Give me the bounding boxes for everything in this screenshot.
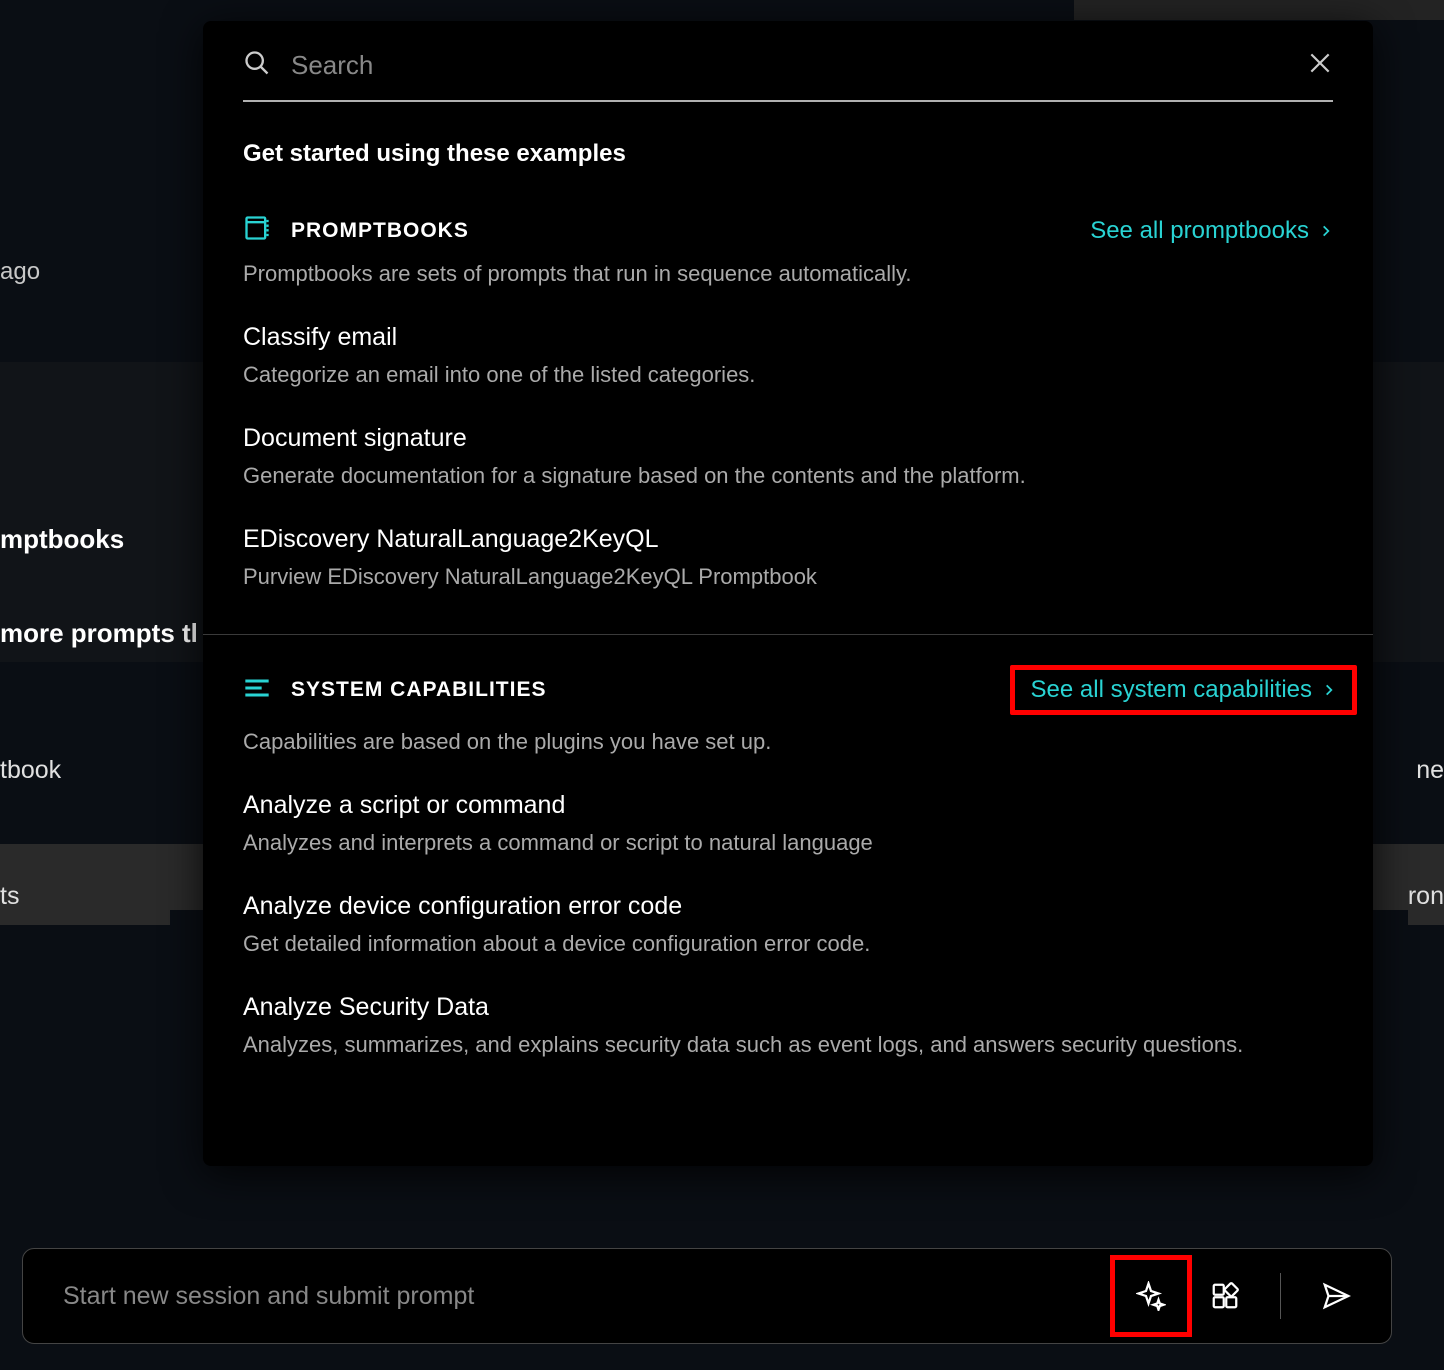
- item-title: Document signature: [243, 424, 1333, 453]
- bg-text-mptbooks: mptbooks: [0, 524, 124, 555]
- syscap-item-analyze-device-error[interactable]: Analyze device configuration error code …: [203, 856, 1373, 957]
- see-all-syscap-link[interactable]: See all system capabilities: [1031, 676, 1336, 704]
- bg-text-ne: ne: [1416, 756, 1444, 785]
- promptbook-item-classify-email[interactable]: Classify email Categorize an email into …: [203, 287, 1373, 388]
- see-all-promptbooks-link[interactable]: See all promptbooks: [1090, 217, 1333, 245]
- search-input[interactable]: [291, 50, 1287, 81]
- subtitle: Get started using these examples: [203, 102, 1373, 168]
- book-icon: [243, 214, 271, 247]
- promptbooks-header: PROMPTBOOKS See all promptbooks: [203, 168, 1373, 247]
- promptbook-item-document-signature[interactable]: Document signature Generate documentatio…: [203, 388, 1373, 489]
- list-icon: [243, 674, 271, 707]
- item-desc: Analyzes, summarizes, and explains secur…: [243, 1022, 1333, 1058]
- prompt-input[interactable]: [63, 1282, 1110, 1311]
- syscap-title: SYSTEM CAPABILITIES: [291, 678, 546, 702]
- apps-icon: [1210, 1281, 1240, 1311]
- promptbooks-desc: Promptbooks are sets of prompts that run…: [203, 247, 1373, 287]
- syscap-item-analyze-security-data[interactable]: Analyze Security Data Analyzes, summariz…: [203, 957, 1373, 1058]
- see-all-syscap-highlight: See all system capabilities: [1010, 665, 1357, 715]
- bg-topbar: [1074, 0, 1444, 20]
- item-title: Analyze Security Data: [243, 993, 1333, 1022]
- promptbooks-header-left: PROMPTBOOKS: [243, 214, 469, 247]
- item-desc: Analyzes and interprets a command or scr…: [243, 820, 1333, 856]
- close-icon: [1307, 50, 1333, 76]
- syscap-desc: Capabilities are based on the plugins yo…: [203, 715, 1373, 755]
- apps-button[interactable]: [1198, 1269, 1252, 1323]
- promptbooks-title: PROMPTBOOKS: [291, 219, 469, 243]
- item-title: Analyze a script or command: [243, 791, 1333, 820]
- search-icon: [243, 49, 271, 82]
- sparkle-icon: [1136, 1281, 1166, 1311]
- bg-text-ron: ron: [1408, 872, 1444, 925]
- bg-text-moreprompts: more prompts tl: [0, 618, 198, 649]
- close-button[interactable]: [1307, 50, 1333, 81]
- syscap-item-analyze-script[interactable]: Analyze a script or command Analyzes and…: [203, 755, 1373, 856]
- examples-popup: Get started using these examples PROMPTB…: [203, 21, 1373, 1166]
- prompt-actions: [1110, 1255, 1363, 1337]
- send-icon: [1321, 1281, 1351, 1311]
- syscap-header: SYSTEM CAPABILITIES See all system capab…: [203, 635, 1373, 715]
- sparkle-highlight: [1110, 1255, 1192, 1337]
- see-all-promptbooks-label: See all promptbooks: [1090, 217, 1309, 245]
- see-all-syscap-label: See all system capabilities: [1031, 676, 1312, 704]
- bg-text-tbook: tbook: [0, 756, 61, 785]
- item-desc: Generate documentation for a signature b…: [243, 453, 1333, 489]
- prompt-bar: [22, 1248, 1392, 1344]
- chevron-right-icon: [1319, 217, 1333, 245]
- send-button[interactable]: [1309, 1269, 1363, 1323]
- promptbook-item-ediscovery[interactable]: EDiscovery NaturalLanguage2KeyQL Purview…: [203, 489, 1373, 590]
- search-row: [203, 21, 1373, 82]
- item-title: EDiscovery NaturalLanguage2KeyQL: [243, 525, 1333, 554]
- bg-text-ago: ago: [0, 258, 40, 286]
- item-title: Analyze device configuration error code: [243, 892, 1333, 921]
- item-desc: Purview EDiscovery NaturalLanguage2KeyQL…: [243, 554, 1333, 590]
- chevron-right-icon: [1322, 676, 1336, 704]
- sparkle-button[interactable]: [1124, 1269, 1178, 1323]
- vertical-divider: [1280, 1273, 1281, 1319]
- item-desc: Get detailed information about a device …: [243, 921, 1333, 957]
- item-desc: Categorize an email into one of the list…: [243, 352, 1333, 388]
- bg-text-ts: ts: [0, 872, 170, 925]
- syscap-header-left: SYSTEM CAPABILITIES: [243, 674, 546, 707]
- item-title: Classify email: [243, 323, 1333, 352]
